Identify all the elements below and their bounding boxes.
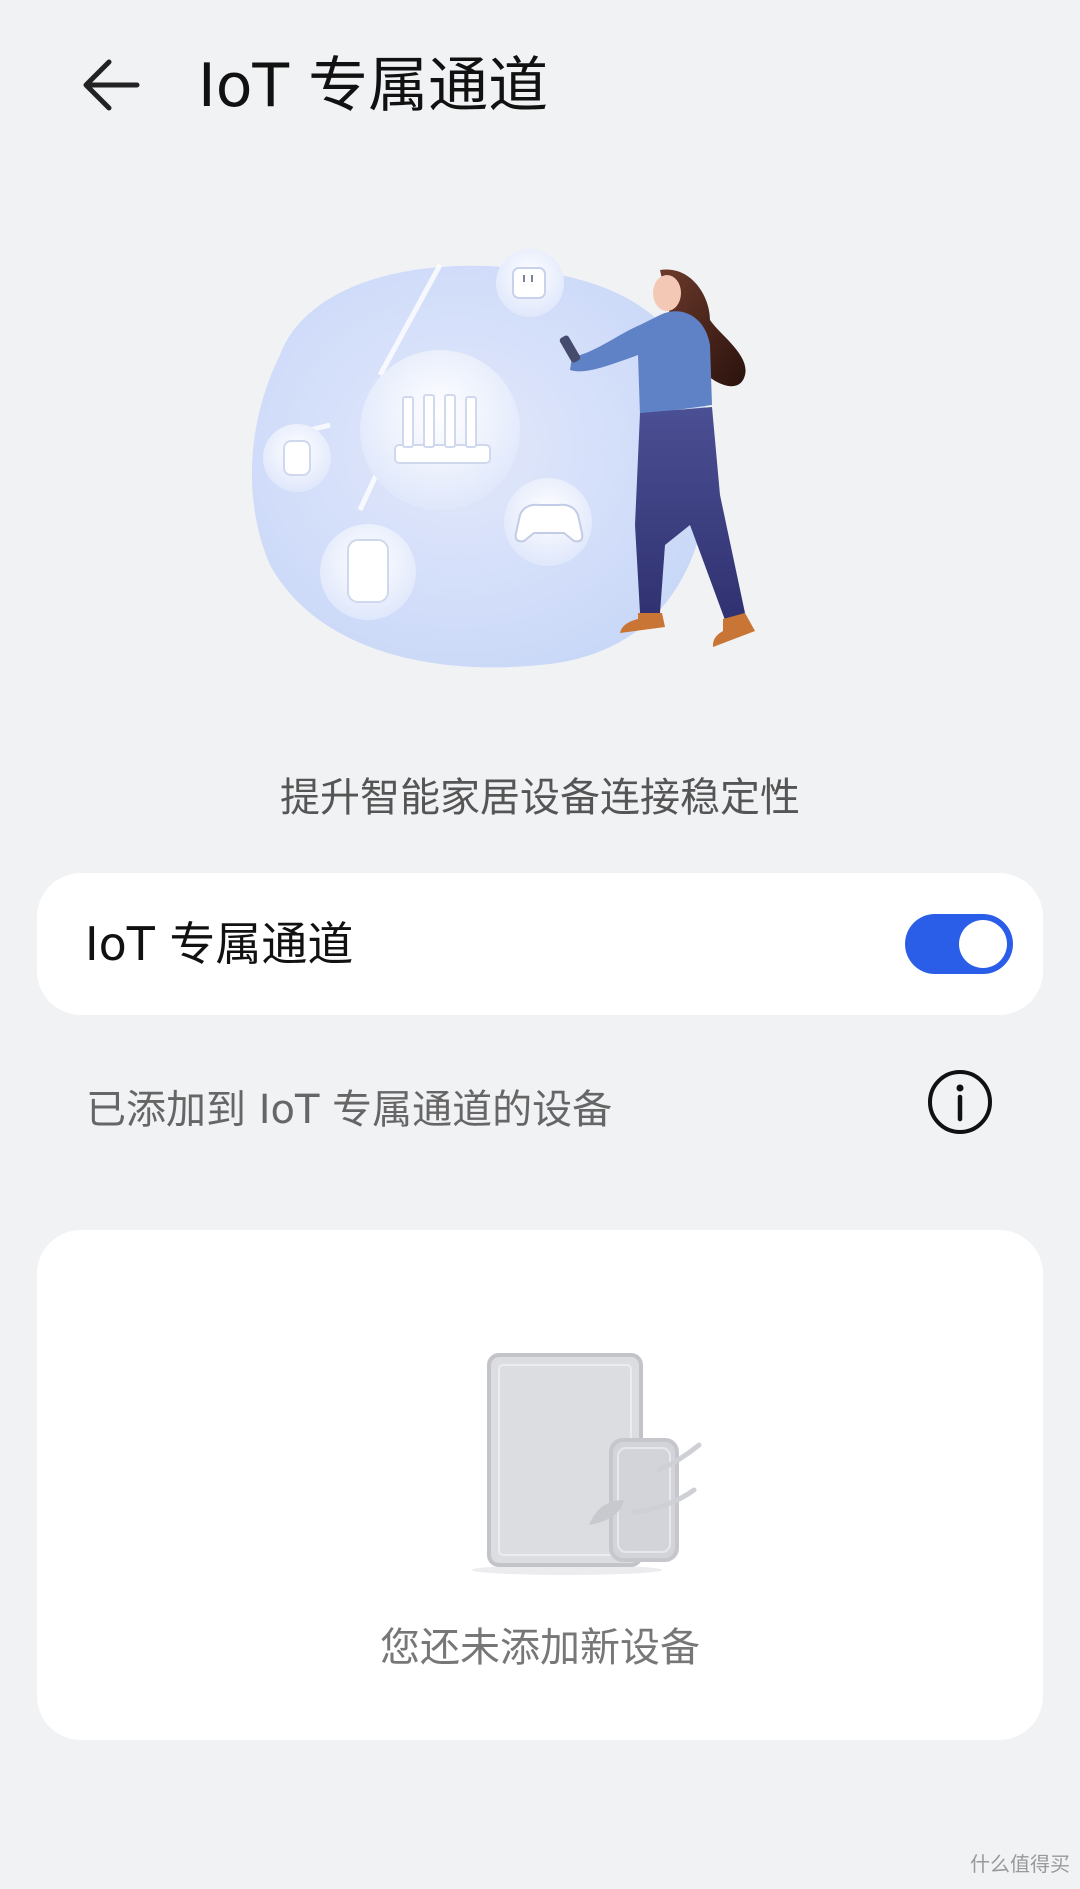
switch-knob [959, 920, 1007, 968]
smart-home-network-illustration [251, 249, 755, 668]
info-icon [928, 1070, 992, 1134]
page-title: IoT 专属通道 [198, 51, 549, 121]
top-bar: IoT 专属通道 [0, 0, 1080, 170]
iot-channel-toggle-label: IoT 专属通道 [85, 917, 354, 971]
added-devices-section-label: 已添加到 IoT 专属通道的设备 [86, 1087, 613, 1133]
back-button[interactable] [70, 45, 150, 125]
arrow-left-icon [83, 59, 140, 111]
empty-devices-text: 您还未添加新设备 [380, 1625, 700, 1671]
iot-channel-toggle-card: IoT 专属通道 [37, 873, 1043, 1015]
feature-subtitle: 提升智能家居设备连接稳定性 [280, 775, 800, 821]
iot-channel-switch[interactable] [905, 914, 1013, 974]
watermark: 什么值得买 [970, 1852, 1070, 1876]
info-button[interactable] [925, 1067, 995, 1137]
added-devices-card: 您还未添加新设备 [37, 1230, 1043, 1740]
empty-devices-illustration [472, 1353, 702, 1575]
